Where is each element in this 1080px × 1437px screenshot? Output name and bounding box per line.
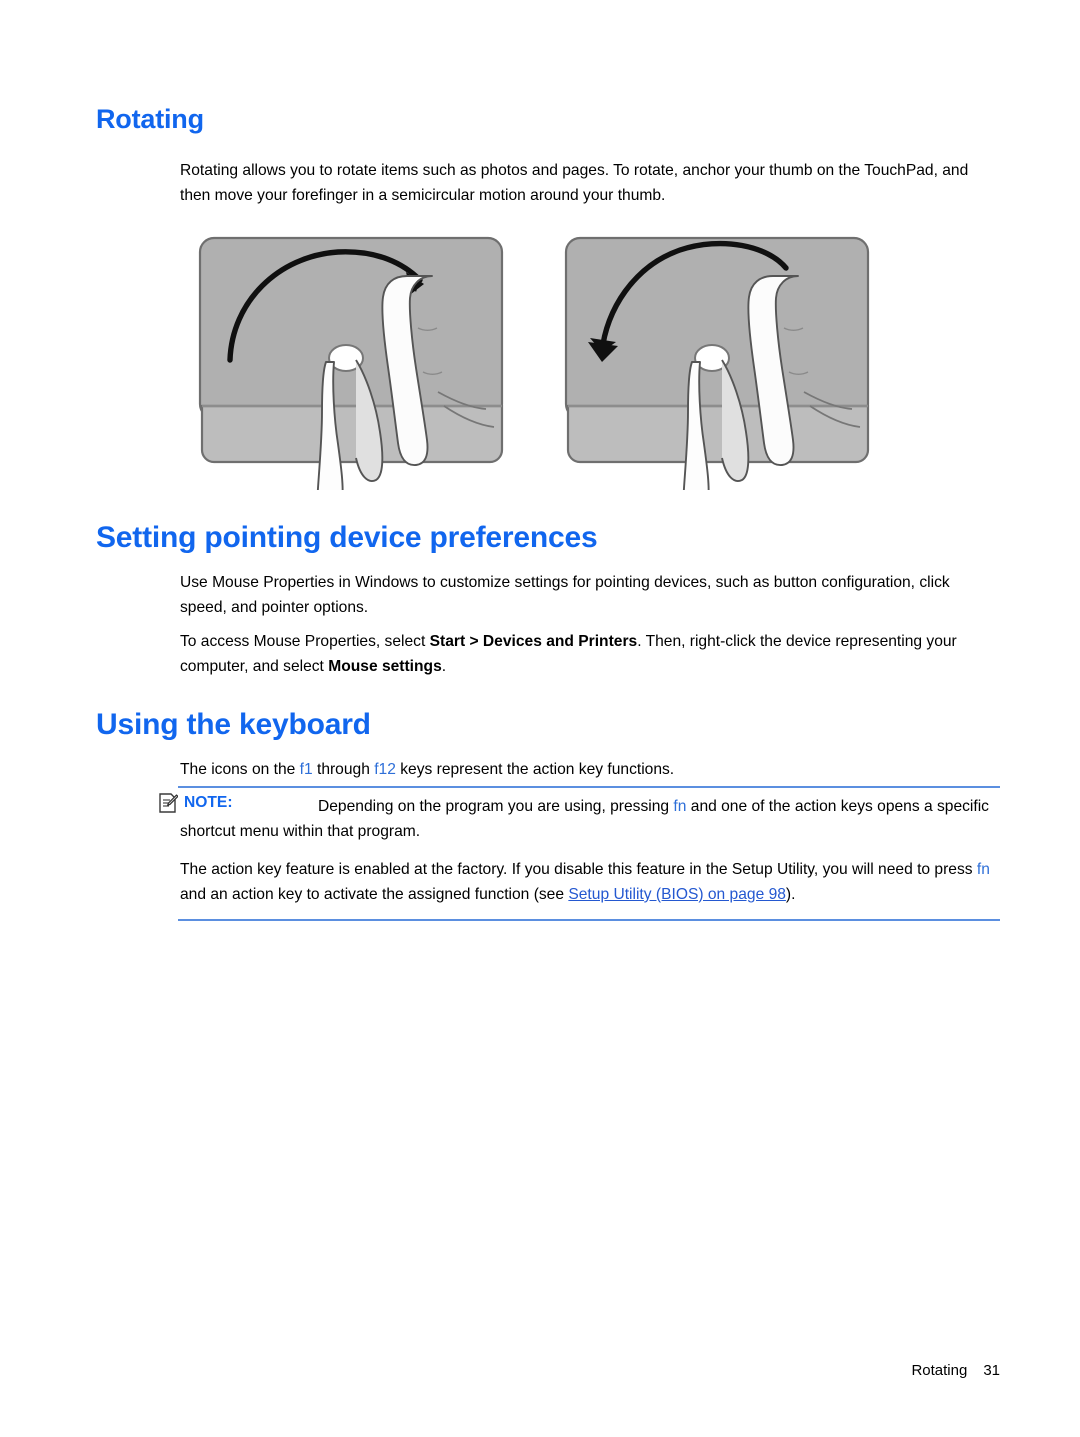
page-footer: Rotating 31 (911, 1362, 1000, 1379)
touchpad-panel-counterclockwise (564, 236, 870, 490)
bold-start-devices-printers: Start > Devices and Printers (429, 633, 638, 650)
paragraph-access-mouse-properties: To access Mouse Properties, select Start… (180, 629, 1000, 679)
text-after-period: . (441, 658, 447, 675)
text-after-link: ). (785, 886, 796, 903)
note-top-rule (178, 786, 1000, 788)
text-through: through (312, 761, 375, 778)
paragraph-action-key-feature: The action key feature is enabled at the… (180, 857, 1000, 907)
note-text-before-fn: Depending on the program you are using, … (318, 798, 674, 815)
text-before-start-path: To access Mouse Properties, select (180, 633, 430, 650)
note-bottom-rule (178, 919, 1000, 921)
touchpad-rotate-gesture-illustration (180, 218, 900, 490)
key-ref-fn-note: fn (673, 798, 687, 815)
text-middle-assigned-function: and an action key to activate the assign… (180, 886, 569, 903)
heading-using-the-keyboard: Using the keyboard (96, 708, 371, 741)
cross-reference-link-setup-utility-bios[interactable]: Setup Utility (BIOS) on page 98 (568, 886, 786, 903)
note-text: Depending on the program you are using, … (180, 794, 1000, 844)
note-document-pencil-icon (158, 792, 179, 814)
paragraph-rotating-intro: Rotating allows you to rotate items such… (180, 162, 969, 204)
paragraph-action-key-icons: The icons on the f1 through f12 keys rep… (180, 757, 1000, 782)
footer-section-name: Rotating (911, 1362, 968, 1379)
footer-page-number: 31 (983, 1362, 1000, 1379)
text-before-fn-press: The action key feature is enabled at the… (180, 861, 977, 878)
document-page: Rotating Rotating allows you to rotate i… (0, 0, 1080, 1437)
text-after-f12: keys represent the action key functions. (395, 761, 675, 778)
heading-rotating: Rotating (96, 104, 204, 134)
text-before-f1: The icons on the (180, 761, 300, 778)
touchpad-panel-clockwise (198, 236, 504, 490)
paragraph-mouse-properties: Use Mouse Properties in Windows to custo… (180, 574, 950, 616)
key-ref-f1: f1 (299, 761, 313, 778)
heading-setting-pointing-device-preferences: Setting pointing device preferences (96, 521, 598, 554)
key-ref-f12: f12 (374, 761, 396, 778)
bold-mouse-settings: Mouse settings (328, 658, 442, 675)
key-ref-fn: fn (976, 861, 990, 878)
